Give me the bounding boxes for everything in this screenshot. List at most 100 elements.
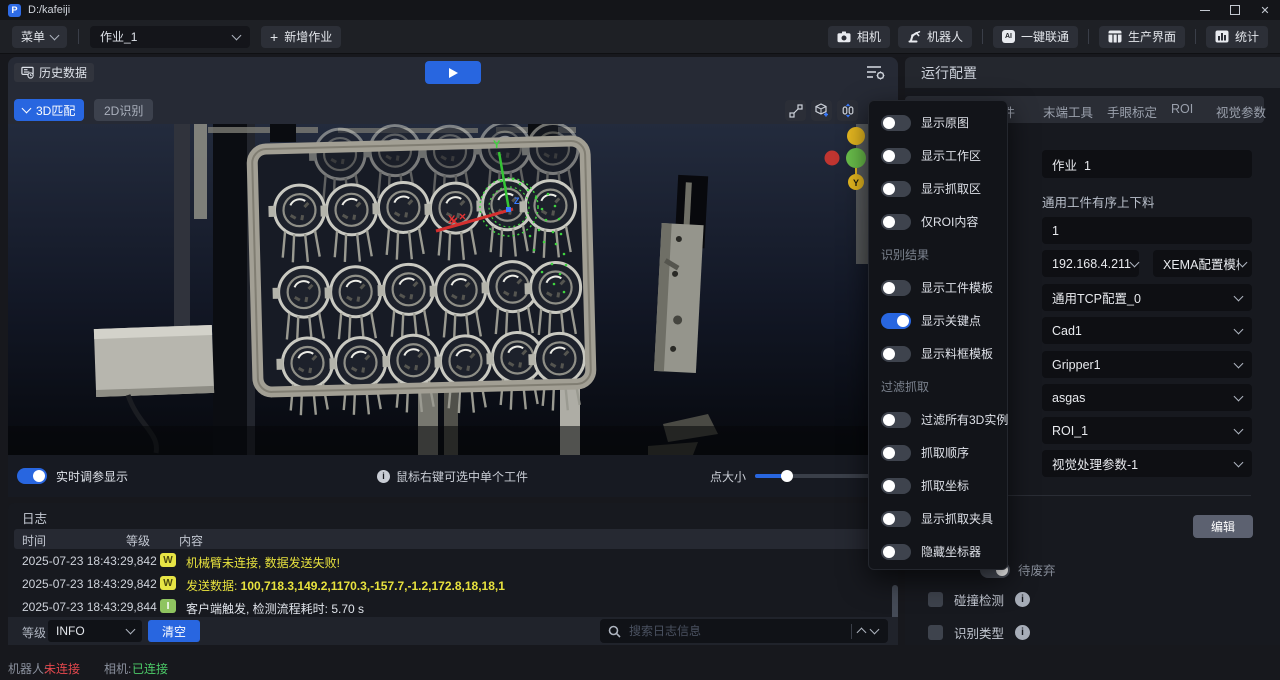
production-ui-button[interactable]: 生产界面 (1099, 26, 1185, 48)
measure-icon (789, 104, 803, 118)
level-filter-select[interactable]: INFO (48, 620, 142, 642)
toggle[interactable] (881, 478, 911, 494)
run-config-header: 运行配置 (905, 57, 1280, 88)
gizmo-y-label: Y (853, 178, 859, 188)
divider (851, 624, 852, 639)
fit-view-button[interactable] (837, 100, 858, 121)
ai-icon: AI (1002, 30, 1015, 43)
menu-item-filter-3d-instances[interactable]: 过滤所有3D实例 (869, 403, 1007, 436)
tab-2d-recognition[interactable]: 2D识别 (94, 99, 153, 121)
cad-select[interactable]: Cad1 (1042, 317, 1252, 344)
ip-select[interactable]: 192.168.4.211 (1042, 250, 1139, 277)
toggle[interactable] (881, 412, 911, 428)
log-title: 日志 (22, 508, 47, 527)
camera-icon (837, 31, 851, 43)
toggle[interactable] (881, 148, 911, 164)
log-time: 2025-07-23 18:43:29,842 (22, 577, 157, 591)
point-size-slider[interactable] (755, 474, 873, 478)
chevron-up-icon[interactable] (857, 628, 867, 638)
recognition-type-checkbox[interactable] (928, 625, 943, 640)
display-options-menu: 显示原图 显示工作区 显示抓取区 仅ROI内容 识别结果 显示工件模板 显示关键… (868, 100, 1008, 570)
new-job-button[interactable]: + 新增作业 (261, 26, 341, 48)
menu-item-hide-gizmo[interactable]: 隐藏坐标器 (869, 535, 1007, 568)
toggle[interactable] (881, 346, 911, 362)
run-trigger-button[interactable] (425, 61, 481, 84)
log-content: 客户端触发, 检测流程耗时: 5.70 s (186, 600, 364, 617)
gripper-select[interactable]: Gripper1 (1042, 351, 1252, 378)
tab-hand-eye-calib[interactable]: 手眼标定 (1107, 102, 1157, 121)
split-view-icon (841, 103, 855, 118)
job-name-input[interactable] (1052, 157, 1242, 171)
slider-knob[interactable] (781, 470, 793, 482)
vision-param-select[interactable]: 视觉处理参数-1 (1042, 450, 1252, 477)
count-input[interactable] (1052, 224, 1242, 238)
history-data-button[interactable]: 历史数据 (14, 63, 94, 82)
menu-item-show-workzone[interactable]: 显示工作区 (869, 139, 1007, 172)
log-table-header: 时间 等级 内容 (14, 529, 892, 549)
roi-select[interactable]: ROI_1 (1042, 417, 1252, 444)
robot-label: 机器人 (927, 28, 963, 45)
tab-end-tool[interactable]: 末端工具 (1043, 102, 1093, 121)
menu-item-show-keypoints[interactable]: 显示关键点 (869, 304, 1007, 337)
main-menu-button[interactable]: 菜单 (12, 26, 67, 48)
menu-item-roi-only[interactable]: 仅ROI内容 (869, 205, 1007, 238)
log-search-input[interactable] (627, 623, 845, 639)
minimize-button[interactable] (1190, 0, 1220, 20)
measure-tool-button[interactable] (785, 100, 806, 121)
tcp-config-select[interactable]: 通用TCP配置_0 (1042, 284, 1252, 311)
tab-roi[interactable]: ROI (1171, 102, 1193, 116)
toggle[interactable] (881, 445, 911, 461)
history-data-icon (21, 66, 34, 79)
edit-button[interactable]: 编辑 (1193, 515, 1253, 538)
toggle[interactable] (881, 115, 911, 131)
menu-item-label: 抓取坐标 (921, 477, 969, 494)
log-content-prefix: 发送数据: (186, 579, 241, 593)
maximize-icon (1230, 5, 1240, 15)
collision-checkbox[interactable] (928, 592, 943, 607)
one-key-link-button[interactable]: AI 一键联通 (993, 26, 1078, 48)
menu-item-grab-coords[interactable]: 抓取坐标 (869, 469, 1007, 502)
maximize-button[interactable] (1220, 0, 1250, 20)
toggle[interactable] (881, 511, 911, 527)
divider (78, 29, 79, 44)
menu-item-show-bin-template[interactable]: 显示料框模板 (869, 337, 1007, 370)
toggle[interactable] (881, 313, 911, 329)
robot-status-value: 未连接 (44, 660, 80, 677)
menu-item-show-original[interactable]: 显示原图 (869, 106, 1007, 139)
tab-3d-match-label: 3D匹配 (36, 102, 75, 119)
chevron-down-icon[interactable] (870, 625, 880, 635)
count-field[interactable] (1042, 217, 1252, 244)
close-button[interactable]: ✕ (1250, 0, 1280, 20)
menu-item-show-workpiece-template[interactable]: 显示工件模板 (869, 271, 1007, 304)
menu-item-grab-order[interactable]: 抓取顺序 (869, 436, 1007, 469)
realtime-tuning-toggle[interactable] (17, 468, 47, 484)
menu-item-show-grabzone[interactable]: 显示抓取区 (869, 172, 1007, 205)
menu-item-label: 隐藏坐标器 (921, 543, 981, 560)
tab-vision-params[interactable]: 视觉参数 (1216, 102, 1266, 121)
log-row[interactable]: 2025-07-23 18:43:29,842 W 机械臂未连接, 数据发送失败… (8, 549, 886, 572)
job-name-field[interactable] (1042, 150, 1252, 178)
log-col-time: 时间 (22, 532, 46, 549)
job-select[interactable]: 作业_1 (90, 26, 250, 48)
toggle[interactable] (881, 544, 911, 560)
camera-template-select[interactable]: XEMA配置模板- (1153, 250, 1252, 277)
camera-button[interactable]: 相机 (828, 26, 890, 48)
display-options-button[interactable] (866, 64, 886, 84)
chevron-down-icon (1130, 257, 1140, 267)
robot-button[interactable]: 机器人 (898, 26, 972, 48)
point-cloud-scene[interactable]: X Y Z Y (8, 124, 898, 455)
workpiece-select[interactable]: asgas (1042, 384, 1252, 411)
toggle[interactable] (881, 214, 911, 230)
menu-item-label: 显示抓取夹具 (921, 510, 993, 527)
stats-button[interactable]: 统计 (1206, 26, 1268, 48)
log-row[interactable]: 2025-07-23 18:43:29,844 I 客户端触发, 检测流程耗时:… (8, 595, 886, 618)
clear-log-button[interactable]: 清空 (148, 620, 200, 642)
menu-item-show-gripper[interactable]: 显示抓取夹具 (869, 502, 1007, 535)
collision-label: 碰撞检测 (954, 590, 1004, 609)
log-time: 2025-07-23 18:43:29,844 (22, 600, 157, 614)
tab-3d-match[interactable]: 3D匹配 (14, 99, 84, 121)
add-view-button[interactable] (811, 100, 832, 121)
log-row[interactable]: 2025-07-23 18:43:29,842 W 发送数据: 100,718.… (8, 572, 886, 595)
toggle[interactable] (881, 181, 911, 197)
toggle[interactable] (881, 280, 911, 296)
